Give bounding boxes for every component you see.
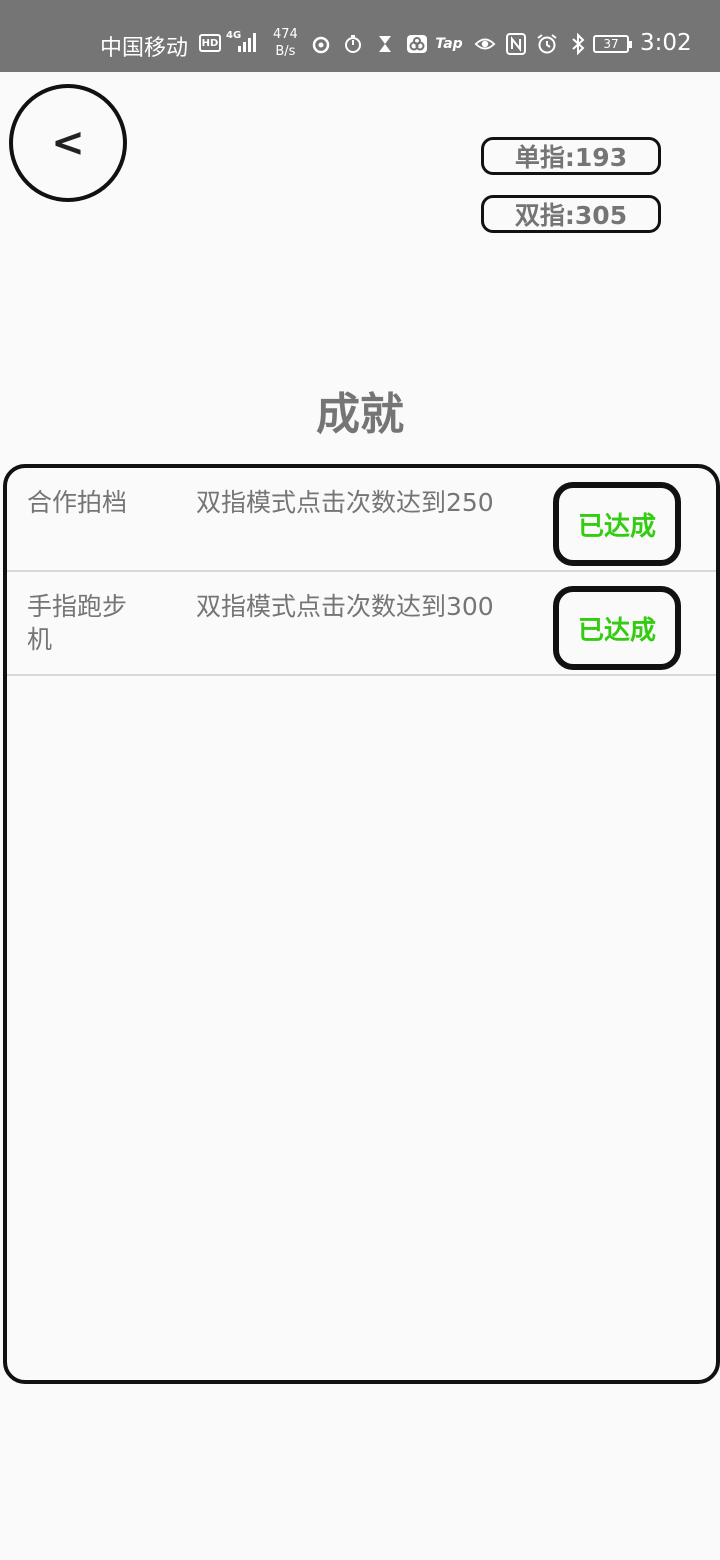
achievement-description: 双指模式点击次数达到250 [196,488,494,517]
tap-icon: Tap [435,36,463,52]
nfc-icon [505,33,527,55]
timer-icon [342,33,364,55]
back-button[interactable]: < [9,84,127,202]
baidu-netdisk-icon [406,33,428,55]
carrier-label: 中国移动 [100,36,189,61]
speed-value: 474 [273,27,298,42]
signal-icon [238,32,256,52]
status-system-icons [474,33,589,55]
network-speed: 474 B/s [273,26,298,60]
single-finger-count: 单指:193 [481,137,661,175]
hourglass-icon [374,33,396,55]
speed-unit: B/s [275,44,296,59]
double-finger-count: 双指:305 [481,195,661,233]
achievement-description: 双指模式点击次数达到300 [196,592,494,621]
achievement-status-badge[interactable]: 已达成 [553,586,681,670]
weibo-icon [310,33,332,55]
battery-icon: 37 [593,35,632,53]
alarm-icon [536,33,558,55]
status-app-icons: Tap [310,33,463,55]
bluetooth-icon [567,33,589,55]
hd-icon: HD [199,34,221,52]
achievement-list: 合作拍档 双指模式点击次数达到250 已达成 手指跑步机 双指模式点击次数达到3… [3,464,720,1384]
clock: 3:02 [640,30,692,56]
eye-icon [474,33,496,55]
achievement-name: 手指跑步机 [27,592,128,654]
achievement-name: 合作拍档 [27,488,128,517]
achievement-row: 手指跑步机 双指模式点击次数达到300 已达成 [7,572,716,676]
status-bar: 中国移动 HD 4G 474 B/s Tap 37 3:02 [0,0,720,72]
achievement-status-badge[interactable]: 已达成 [553,482,681,566]
achievement-row: 合作拍档 双指模式点击次数达到250 已达成 [7,468,716,572]
page-title: 成就 [316,389,404,440]
